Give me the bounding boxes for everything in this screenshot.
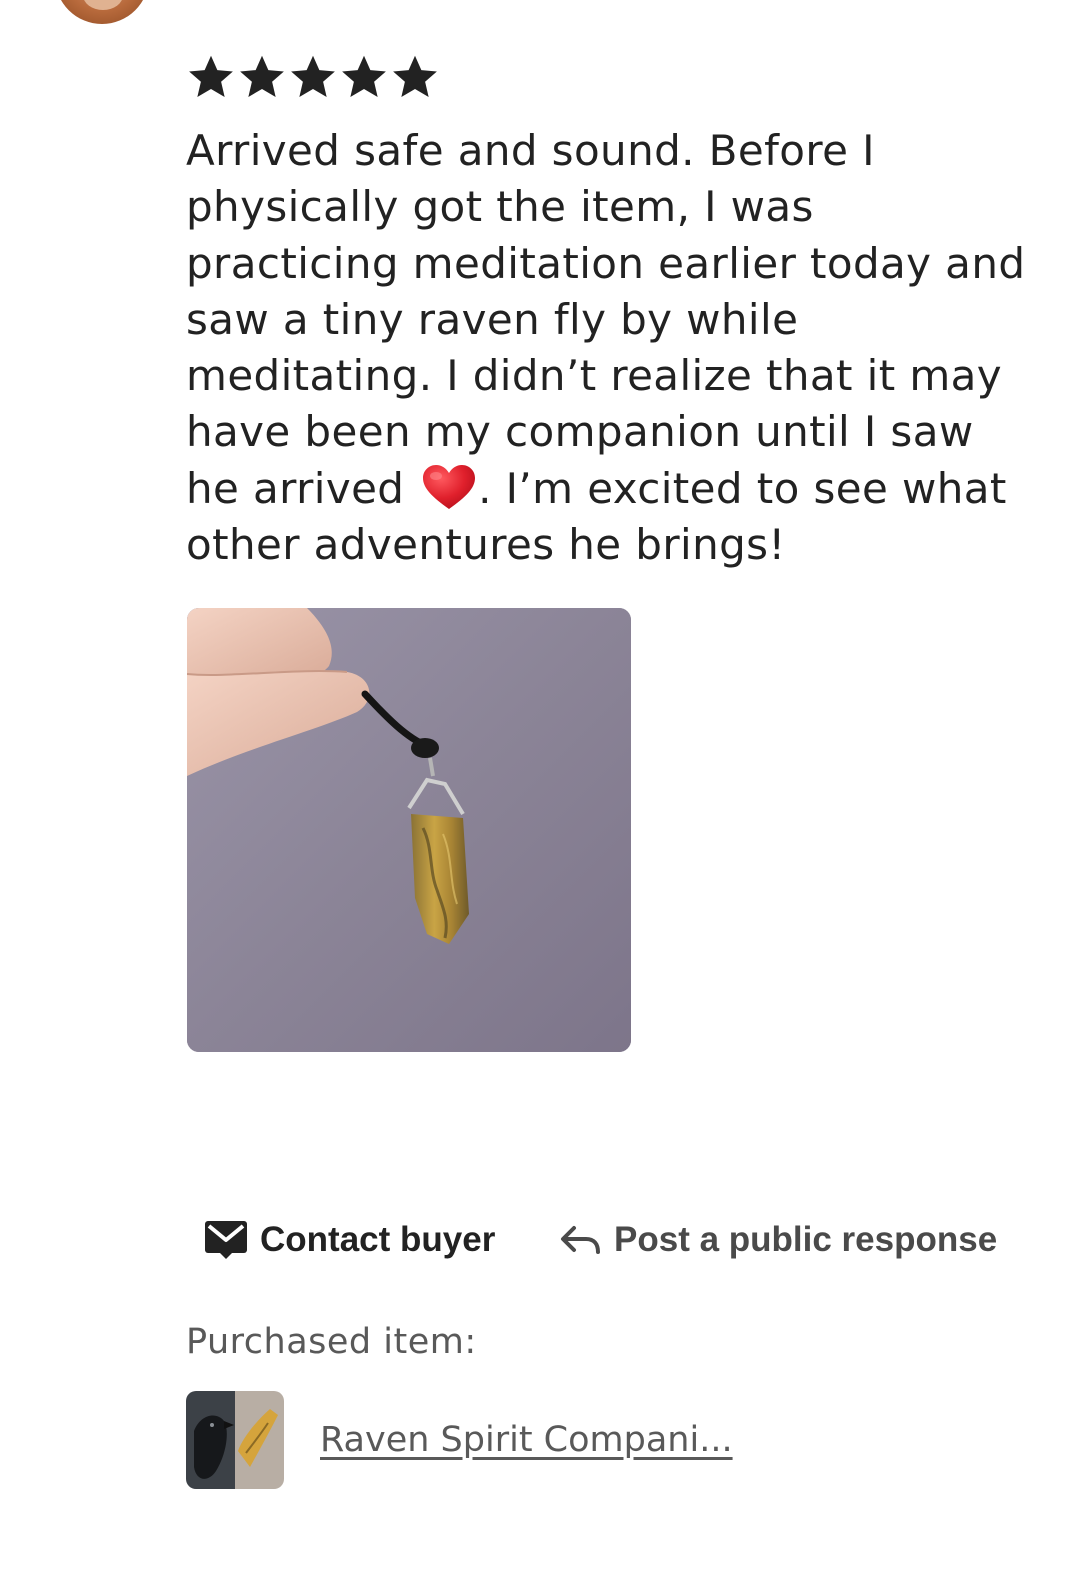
review-actions: Contact buyer Post a public response <box>0 1212 1080 1268</box>
review-photo[interactable] <box>187 608 631 1052</box>
star-icon <box>189 55 233 97</box>
purchased-item-link[interactable]: Raven Spirit Compani... <box>320 1420 733 1460</box>
post-public-response-button[interactable]: Post a public response <box>558 1212 997 1268</box>
post-public-response-label: Post a public response <box>614 1220 998 1259</box>
star-icon <box>393 55 437 97</box>
review-photo-image <box>187 608 631 1052</box>
contact-buyer-label: Contact buyer <box>260 1220 496 1259</box>
avatar-face <box>83 0 123 10</box>
red-heart-emoji-icon <box>423 464 476 509</box>
review-text: Arrived safe and sound. Before I physica… <box>186 123 1026 573</box>
star-icon <box>240 55 284 97</box>
reply-arrow-icon <box>561 1226 600 1254</box>
review-text-part1: Arrived safe and sound. Before I physica… <box>186 126 1026 513</box>
star-rating <box>186 52 440 102</box>
contact-buyer-button[interactable]: Contact buyer <box>204 1212 495 1268</box>
purchased-item-row: Raven Spirit Compani... <box>186 1390 733 1490</box>
purchased-item-label: Purchased item: <box>186 1322 477 1362</box>
reviewer-avatar[interactable] <box>55 0 149 24</box>
star-icon <box>342 55 386 97</box>
star-icon <box>291 55 335 97</box>
envelope-icon <box>205 1221 247 1259</box>
item-thumbnail[interactable] <box>186 1391 284 1489</box>
